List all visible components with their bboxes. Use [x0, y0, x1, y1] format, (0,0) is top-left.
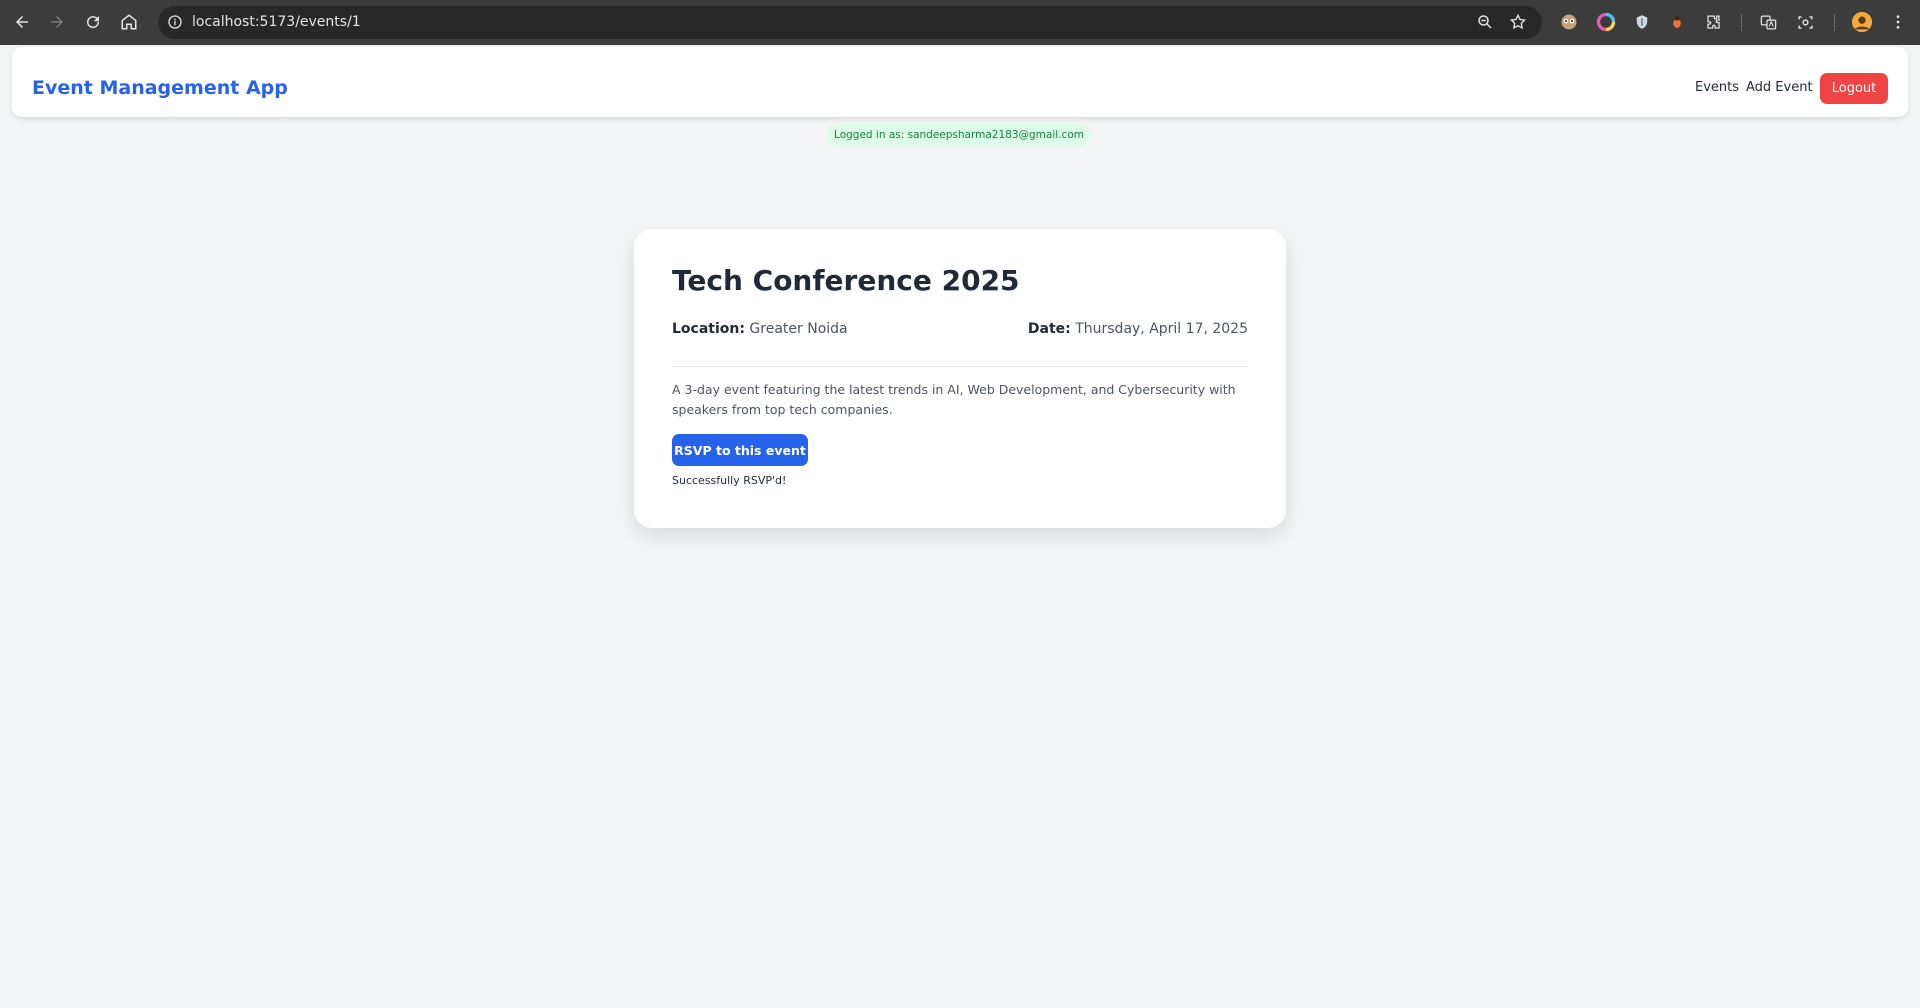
address-bar[interactable]: localhost:5173/events/1 [158, 6, 1542, 39]
date-label: Date: [1027, 321, 1071, 337]
event-title: Tech Conference 2025 [672, 264, 1020, 297]
rsvp-status-message: Successfully RSVP'd! [672, 474, 787, 487]
extension-eyes-icon[interactable] [1558, 11, 1580, 33]
event-description: A 3-day event featuring the latest trend… [672, 382, 1236, 417]
reload-icon[interactable] [81, 10, 105, 34]
location-value: Greater Noida [749, 321, 848, 337]
divider [672, 366, 1248, 367]
extension-shield-icon[interactable] [1631, 11, 1653, 33]
app-header: Event Management App Events Add Event Lo… [12, 47, 1908, 117]
date-value: Thursday, April 17, 2025 [1075, 321, 1248, 337]
home-icon[interactable] [117, 10, 141, 34]
profile-avatar-icon[interactable] [1850, 10, 1874, 34]
zoom-icon[interactable] [1476, 13, 1494, 35]
logged-in-badge: Logged in as: sandeepsharma2183@gmail.co… [827, 124, 1091, 146]
event-date: Date: Thursday, April 17, 2025 [1028, 321, 1248, 337]
toolbar-divider [1741, 14, 1742, 31]
nav-events-link[interactable]: Events [1695, 80, 1739, 95]
extension-color-icon[interactable] [1595, 11, 1617, 33]
event-detail-card: Tech Conference 2025 Location: Greater N… [634, 229, 1286, 528]
app-brand[interactable]: Event Management App [32, 77, 288, 99]
translate-icon[interactable] [1757, 11, 1779, 33]
logout-button[interactable]: Logout [1820, 73, 1888, 104]
rsvp-button[interactable]: RSVP to this event [672, 434, 808, 466]
forward-icon[interactable] [45, 10, 69, 34]
toolbar-divider [1834, 14, 1835, 31]
event-location: Location: Greater Noida [672, 321, 848, 337]
menu-kebab-icon[interactable] [1887, 11, 1909, 33]
back-icon[interactable] [10, 10, 34, 34]
screenshot-icon[interactable] [1794, 11, 1816, 33]
browser-toolbar: localhost:5173/events/1 [0, 0, 1920, 45]
site-info-icon[interactable] [166, 13, 184, 31]
nav-add-event-link[interactable]: Add Event [1746, 80, 1813, 95]
bookmark-star-icon[interactable] [1509, 13, 1527, 35]
url-text[interactable]: localhost:5173/events/1 [192, 14, 361, 30]
extension-bug-icon[interactable] [1666, 11, 1688, 33]
extensions-puzzle-icon[interactable] [1702, 11, 1724, 33]
location-label: Location: [672, 321, 745, 337]
